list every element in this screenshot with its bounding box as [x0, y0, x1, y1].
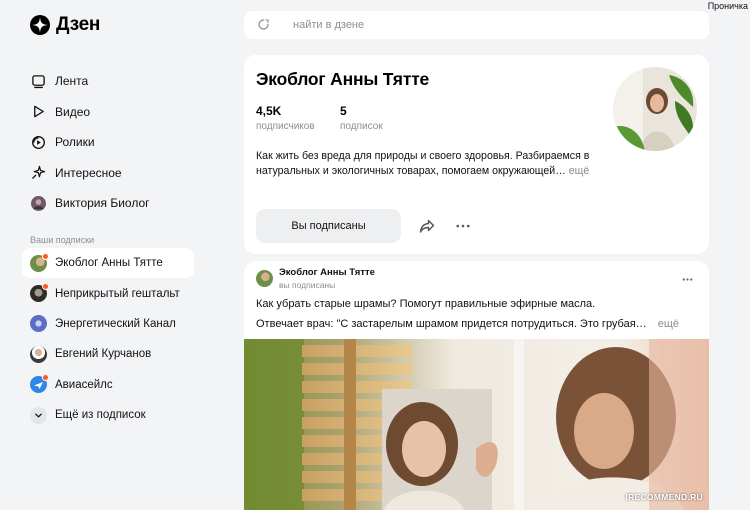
subscription-item-kurchanov[interactable]: Евгений Курчанов — [22, 339, 194, 369]
subscription-label: Энергетический Канал — [55, 317, 176, 330]
share-button[interactable] — [418, 217, 436, 235]
more-dots-icon — [682, 278, 693, 281]
subscription-item-gestalt[interactable]: Неприкрытый гештальт — [22, 278, 194, 308]
nav-item-interesting[interactable]: Интересное — [22, 158, 194, 189]
channel-description-text: Как жить без вреда для природы и своего … — [256, 150, 590, 177]
main-nav: Лента Видео Ролики Интересное Виктория Б… — [22, 66, 194, 219]
subscribers-label: подписчиков — [256, 121, 315, 132]
subscription-item-aviasales[interactable]: Авиасейлс — [22, 370, 194, 400]
share-icon — [419, 219, 435, 233]
subscriptions-list: Экоблог Анны Тятте Неприкрытый гештальт … — [22, 248, 194, 430]
subscriptions-label: подписок — [340, 121, 383, 132]
user-name[interactable]: Проничка — [708, 1, 748, 11]
play-icon — [30, 104, 46, 120]
more-options-button[interactable] — [454, 217, 472, 235]
subscription-label: Евгений Курчанов — [55, 348, 152, 361]
post-menu-button[interactable] — [682, 270, 693, 284]
new-content-badge — [42, 252, 49, 260]
avatar — [30, 283, 49, 303]
avatar — [30, 374, 49, 394]
new-content-badge — [42, 374, 49, 382]
watermark: IRECOMMEND.RU — [625, 492, 703, 502]
search-bar[interactable]: найти в дзене — [244, 11, 709, 39]
logo[interactable]: Дзен — [30, 14, 100, 36]
channel-avatar — [613, 67, 697, 151]
subscribers-count: 4,5K — [256, 104, 282, 118]
search-input[interactable]: найти в дзене — [293, 19, 364, 31]
search-icon — [258, 19, 269, 30]
avatar — [30, 345, 47, 363]
feed-icon — [30, 73, 46, 89]
post-author-status: вы подписаны — [279, 280, 336, 290]
sidebar: Дзен Лента Видео Ролики Интересное Викто… — [0, 0, 232, 510]
nav-item-label: Видео — [55, 104, 91, 119]
post-author-avatar[interactable] — [256, 270, 273, 287]
nav-item-feed[interactable]: Лента — [22, 66, 194, 97]
post-snippet-text: Отвечает врач: "С застарелым шрамом прид… — [256, 318, 647, 330]
subscription-item-energy[interactable]: Энергетический Канал — [22, 309, 194, 339]
dzen-logo-icon — [30, 15, 50, 35]
subscribed-button[interactable]: Вы подписаны — [256, 209, 401, 243]
subscriptions-heading: Ваши подписки — [30, 235, 95, 245]
nav-item-video[interactable]: Видео — [22, 97, 194, 128]
post-card[interactable]: Экоблог Анны Тятте вы подписаны Как убра… — [244, 261, 709, 510]
nav-item-label: Лента — [55, 74, 89, 89]
channel-title: Экоблог Анны Тятте — [256, 69, 430, 89]
post-more-link[interactable]: ещё — [658, 318, 679, 330]
description-more-link[interactable]: ещё — [569, 165, 590, 177]
more-subscriptions-button[interactable]: Ещё из подписок — [22, 400, 194, 430]
avatar — [30, 195, 46, 211]
nav-item-label: Интересное — [55, 165, 122, 180]
chevron-down-icon — [30, 406, 47, 424]
nav-item-shorts[interactable]: Ролики — [22, 127, 194, 158]
post-image[interactable]: IRECOMMEND.RU — [244, 339, 709, 510]
avatar — [30, 315, 47, 333]
shorts-icon — [30, 134, 46, 150]
more-dots-icon — [456, 224, 470, 228]
nav-item-label: Ролики — [55, 135, 95, 150]
channel-description: Как жить без вреда для природы и своего … — [256, 149, 608, 179]
subscription-label: Экоблог Анны Тятте — [55, 257, 163, 270]
subscription-label: Неприкрытый гештальт — [55, 287, 180, 300]
nav-item-profile[interactable]: Виктория Биолог — [22, 188, 194, 219]
nav-item-label: Виктория Биолог — [55, 196, 150, 211]
subscriptions-stat[interactable]: 5 подписок — [340, 104, 383, 132]
logo-text: Дзен — [56, 14, 101, 35]
new-content-badge — [42, 283, 49, 291]
post-author-name[interactable]: Экоблог Анны Тятте — [279, 267, 375, 278]
avatar — [30, 252, 49, 272]
channel-card: Экоблог Анны Тятте 4,5K подписчиков 5 по… — [244, 55, 709, 254]
subscriptions-count: 5 — [340, 104, 347, 118]
subscription-item-ecoblog[interactable]: Экоблог Анны Тятте — [22, 248, 194, 279]
post-title[interactable]: Как убрать старые шрамы? Помогут правиль… — [256, 298, 595, 310]
more-subscriptions-label: Ещё из подписок — [55, 409, 146, 422]
subscribers-stat[interactable]: 4,5K подписчиков — [256, 104, 315, 132]
post-snippet[interactable]: Отвечает врач: "С застарелым шрамом прид… — [256, 318, 679, 330]
subscription-label: Авиасейлс — [55, 378, 113, 391]
sparkle-icon — [30, 165, 46, 181]
